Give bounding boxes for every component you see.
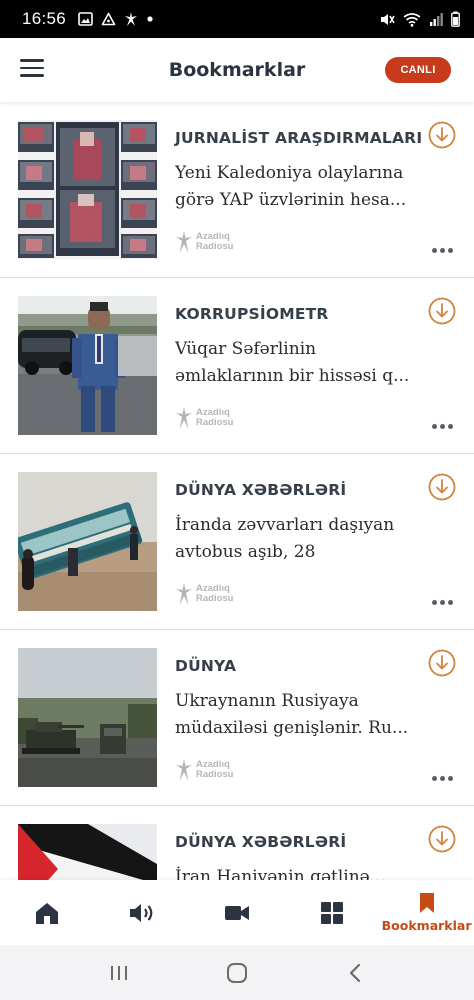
list-item[interactable]: DÜNYA XƏBƏRLƏRİ İranda zəvvarları daşıya…: [0, 454, 474, 630]
video-icon: [224, 905, 249, 920]
recents-icon[interactable]: [104, 958, 134, 988]
article-thumbnail: [18, 648, 157, 787]
source-logo: Azadlıq Radiosu: [175, 758, 233, 782]
list-item[interactable]: KORRUPSİOMETR Vüqar Səfərlinin əmlakları…: [0, 278, 474, 454]
battery-icon: [451, 11, 460, 27]
nav-sections[interactable]: [284, 880, 379, 945]
download-icon[interactable]: [428, 297, 456, 325]
more-options-icon[interactable]: [432, 248, 454, 256]
warning-triangle-icon: [101, 12, 116, 26]
system-nav-bar: [0, 945, 474, 1000]
signal-icon: [430, 12, 443, 26]
article-headline[interactable]: İranda zəvvarları daşıyan avtobus aşıb, …: [175, 512, 413, 566]
download-icon[interactable]: [428, 825, 456, 853]
article-category: DÜNYA: [175, 657, 237, 675]
home-circle-icon[interactable]: [222, 958, 252, 988]
status-right-icons: [379, 11, 460, 27]
article-thumbnail: [18, 824, 157, 880]
wifi-icon: [403, 12, 421, 27]
audio-icon: [130, 903, 153, 922]
source-name-line2: Radiosu: [196, 593, 234, 604]
article-headline[interactable]: Yeni Kaledoniya olaylarına görə YAP üzvl…: [175, 160, 413, 214]
article-category: DÜNYA XƏBƏRLƏRİ: [175, 833, 347, 851]
download-icon[interactable]: [428, 649, 456, 677]
source-logo: Azadlıq Radiosu: [175, 230, 233, 254]
hamburger-menu-icon[interactable]: [20, 59, 44, 79]
sun-icon: [125, 12, 138, 26]
nav-bookmarks-label: Bookmarklar: [381, 918, 472, 933]
grid-icon: [320, 901, 343, 924]
article-headline[interactable]: Vüqar Səfərlinin əmlaklarının bir hissəs…: [175, 336, 413, 390]
article-category: JURNALİST ARAŞDIRMALARI: [175, 129, 423, 147]
bookmark-icon: [419, 893, 434, 913]
status-left-icons: [78, 11, 154, 27]
more-options-icon[interactable]: [432, 776, 454, 784]
list-item[interactable]: DÜNYA Ukraynanın Rusiyaya müdaxiləsi gen…: [0, 630, 474, 806]
azadliq-logo-icon: [176, 759, 192, 781]
nav-home[interactable]: [0, 880, 95, 945]
article-category: DÜNYA XƏBƏRLƏRİ: [175, 481, 347, 499]
app-header: Bookmarklar CANLI: [0, 38, 474, 102]
source-name-line2: Radiosu: [196, 241, 234, 252]
home-icon: [36, 902, 59, 924]
list-item[interactable]: JURNALİST ARAŞDIRMALARI Yeni Kaledoniya …: [0, 102, 474, 278]
nav-video[interactable]: [190, 880, 285, 945]
nav-audio[interactable]: [95, 880, 190, 945]
dot-icon: [147, 16, 153, 22]
mute-icon: [381, 13, 395, 25]
article-thumbnail: [18, 120, 157, 259]
nav-bookmarks[interactable]: Bookmarklar: [379, 880, 474, 945]
back-icon[interactable]: [340, 958, 370, 988]
list-item[interactable]: DÜNYA XƏBƏRLƏRİ İran Haniyənin qətlinə..…: [0, 806, 474, 880]
source-name-line2: Radiosu: [196, 769, 234, 780]
more-options-icon[interactable]: [432, 600, 454, 608]
source-logo: Azadlıq Radiosu: [175, 406, 233, 430]
status-time: 16:56: [22, 9, 67, 28]
azadliq-logo-icon: [176, 231, 192, 253]
live-button[interactable]: CANLI: [385, 57, 451, 83]
source-name-line2: Radiosu: [196, 417, 234, 428]
article-thumbnail: [18, 472, 157, 611]
more-options-icon[interactable]: [432, 424, 454, 432]
bookmark-list: JURNALİST ARAŞDIRMALARI Yeni Kaledoniya …: [0, 102, 474, 880]
download-icon[interactable]: [428, 121, 456, 149]
azadliq-logo-icon: [176, 583, 192, 605]
article-headline[interactable]: İran Haniyənin qətlinə...: [175, 864, 413, 880]
article-category: KORRUPSİOMETR: [175, 305, 329, 323]
article-headline[interactable]: Ukraynanın Rusiyaya müdaxiləsi genişləni…: [175, 688, 413, 742]
azadliq-logo-icon: [176, 407, 192, 429]
bottom-nav: Bookmarklar: [0, 880, 474, 945]
source-logo: Azadlıq Radiosu: [175, 582, 233, 606]
download-icon[interactable]: [428, 473, 456, 501]
image-icon: [78, 12, 93, 26]
status-bar: 16:56: [0, 0, 474, 38]
article-thumbnail: [18, 296, 157, 435]
